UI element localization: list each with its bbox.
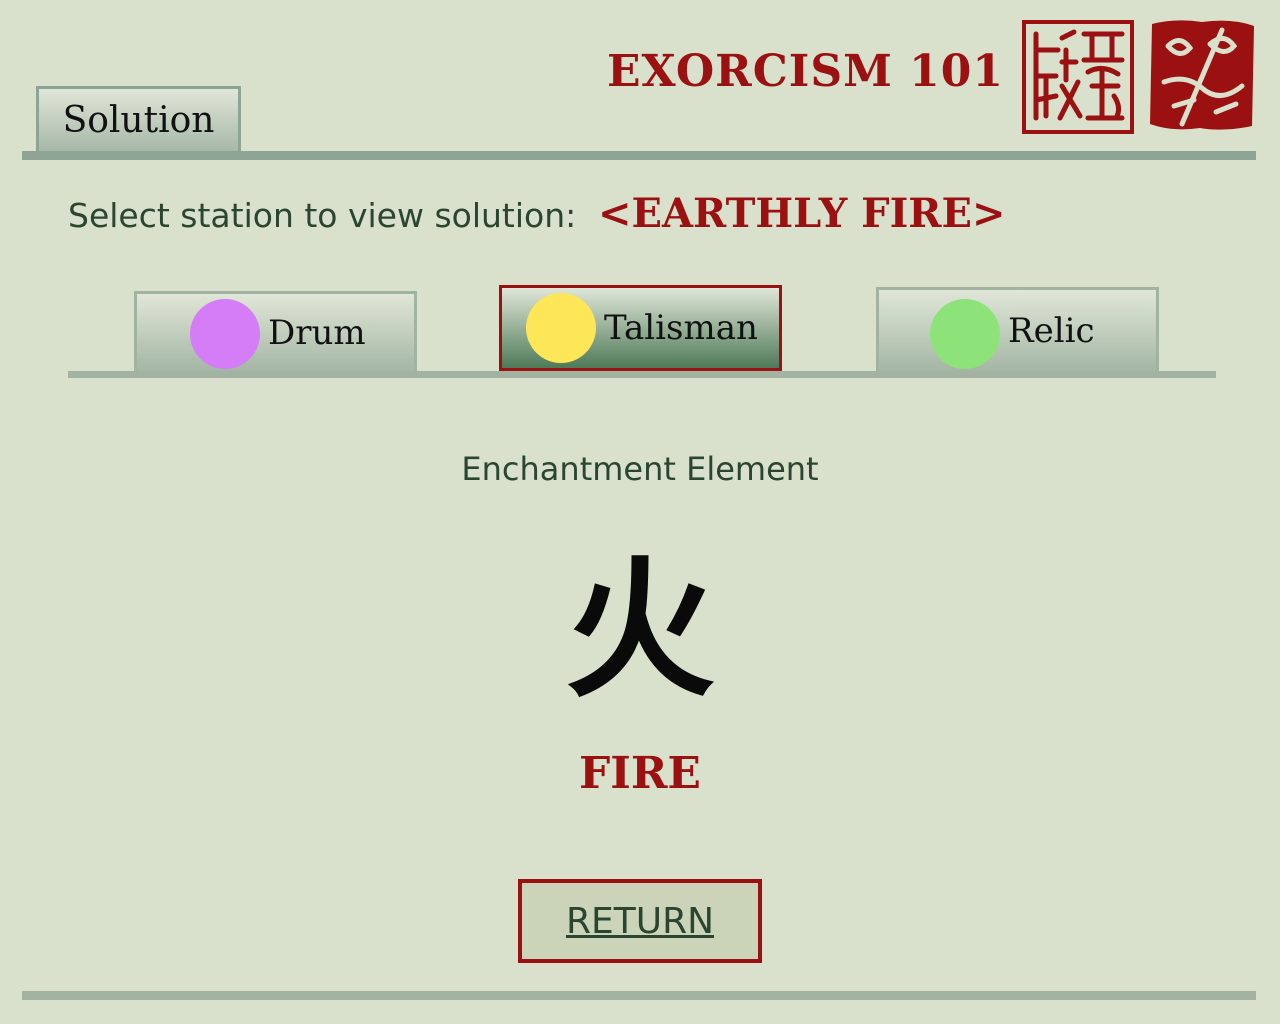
station-prompt: Select station to view solution: <box>68 196 577 235</box>
return-button[interactable]: RETURN <box>518 879 762 963</box>
station-tabs-divider <box>68 371 1216 378</box>
footer-divider <box>22 991 1256 1000</box>
talisman-color-dot <box>526 293 596 363</box>
element-name: FIRE <box>579 748 701 799</box>
seal-stamp-icon <box>1022 20 1134 134</box>
relic-color-dot <box>930 299 1000 369</box>
drum-color-dot <box>190 299 260 369</box>
station-tab-drum[interactable]: Drum <box>134 291 417 373</box>
station-tab-label: Drum <box>268 313 366 353</box>
station-tab-relic[interactable]: Relic <box>876 287 1159 373</box>
station-tab-talisman[interactable]: Talisman <box>499 285 782 371</box>
fire-character-glyph: 火 <box>564 542 715 718</box>
station-tab-label: Relic <box>1008 311 1095 351</box>
station-tab-label: Talisman <box>604 308 758 348</box>
header-divider <box>22 151 1256 160</box>
element-heading: Enchantment Element <box>461 450 819 488</box>
solution-tab[interactable]: Solution <box>36 86 241 152</box>
demon-seal-icon <box>1150 20 1254 130</box>
game-title: EXORCISM 101 <box>606 46 1004 97</box>
current-station-name: <EARTHLY FIRE> <box>598 190 1006 237</box>
